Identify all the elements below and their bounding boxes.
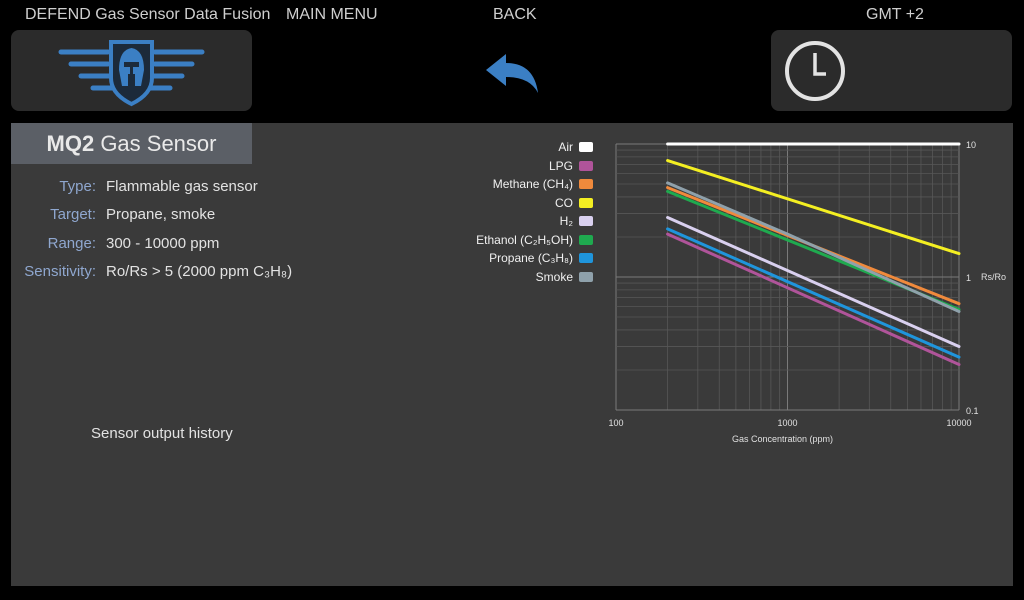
series-line	[666, 232, 961, 366]
x-tick-label: 10000	[946, 418, 971, 428]
app-title: DEFEND Gas Sensor Data Fusion	[25, 6, 271, 23]
clock-icon	[785, 41, 845, 101]
back-label[interactable]: BACK	[493, 6, 537, 24]
clock-tile[interactable]	[771, 30, 1012, 111]
y-tick-label: 0.1	[966, 406, 979, 416]
back-arrow-icon	[486, 54, 538, 93]
series-line	[666, 159, 961, 256]
x-tick-label: 100	[608, 418, 623, 428]
main-menu-label[interactable]: MAIN MENU	[286, 6, 378, 24]
sensitivity-chart: 100 1000 10000 10 1 0.1 Gas Concentration (ppm…	[608, 140, 1006, 444]
y-tick-label: 1	[966, 273, 971, 283]
timezone-label: GMT +2	[866, 6, 924, 23]
y-tick-label: 10	[966, 140, 976, 150]
back-button[interactable]	[482, 50, 542, 95]
x-tick-label: 1000	[777, 418, 797, 428]
y-axis-label: Rs/Ro	[981, 272, 1006, 282]
sensor-panel: MQ2 Gas Sensor Type: Flammable gas senso…	[11, 123, 1013, 586]
x-axis-label: Gas Concentration (ppm)	[732, 434, 833, 444]
logo-tile	[11, 30, 252, 111]
spartan-helmet-logo-icon	[58, 40, 205, 107]
